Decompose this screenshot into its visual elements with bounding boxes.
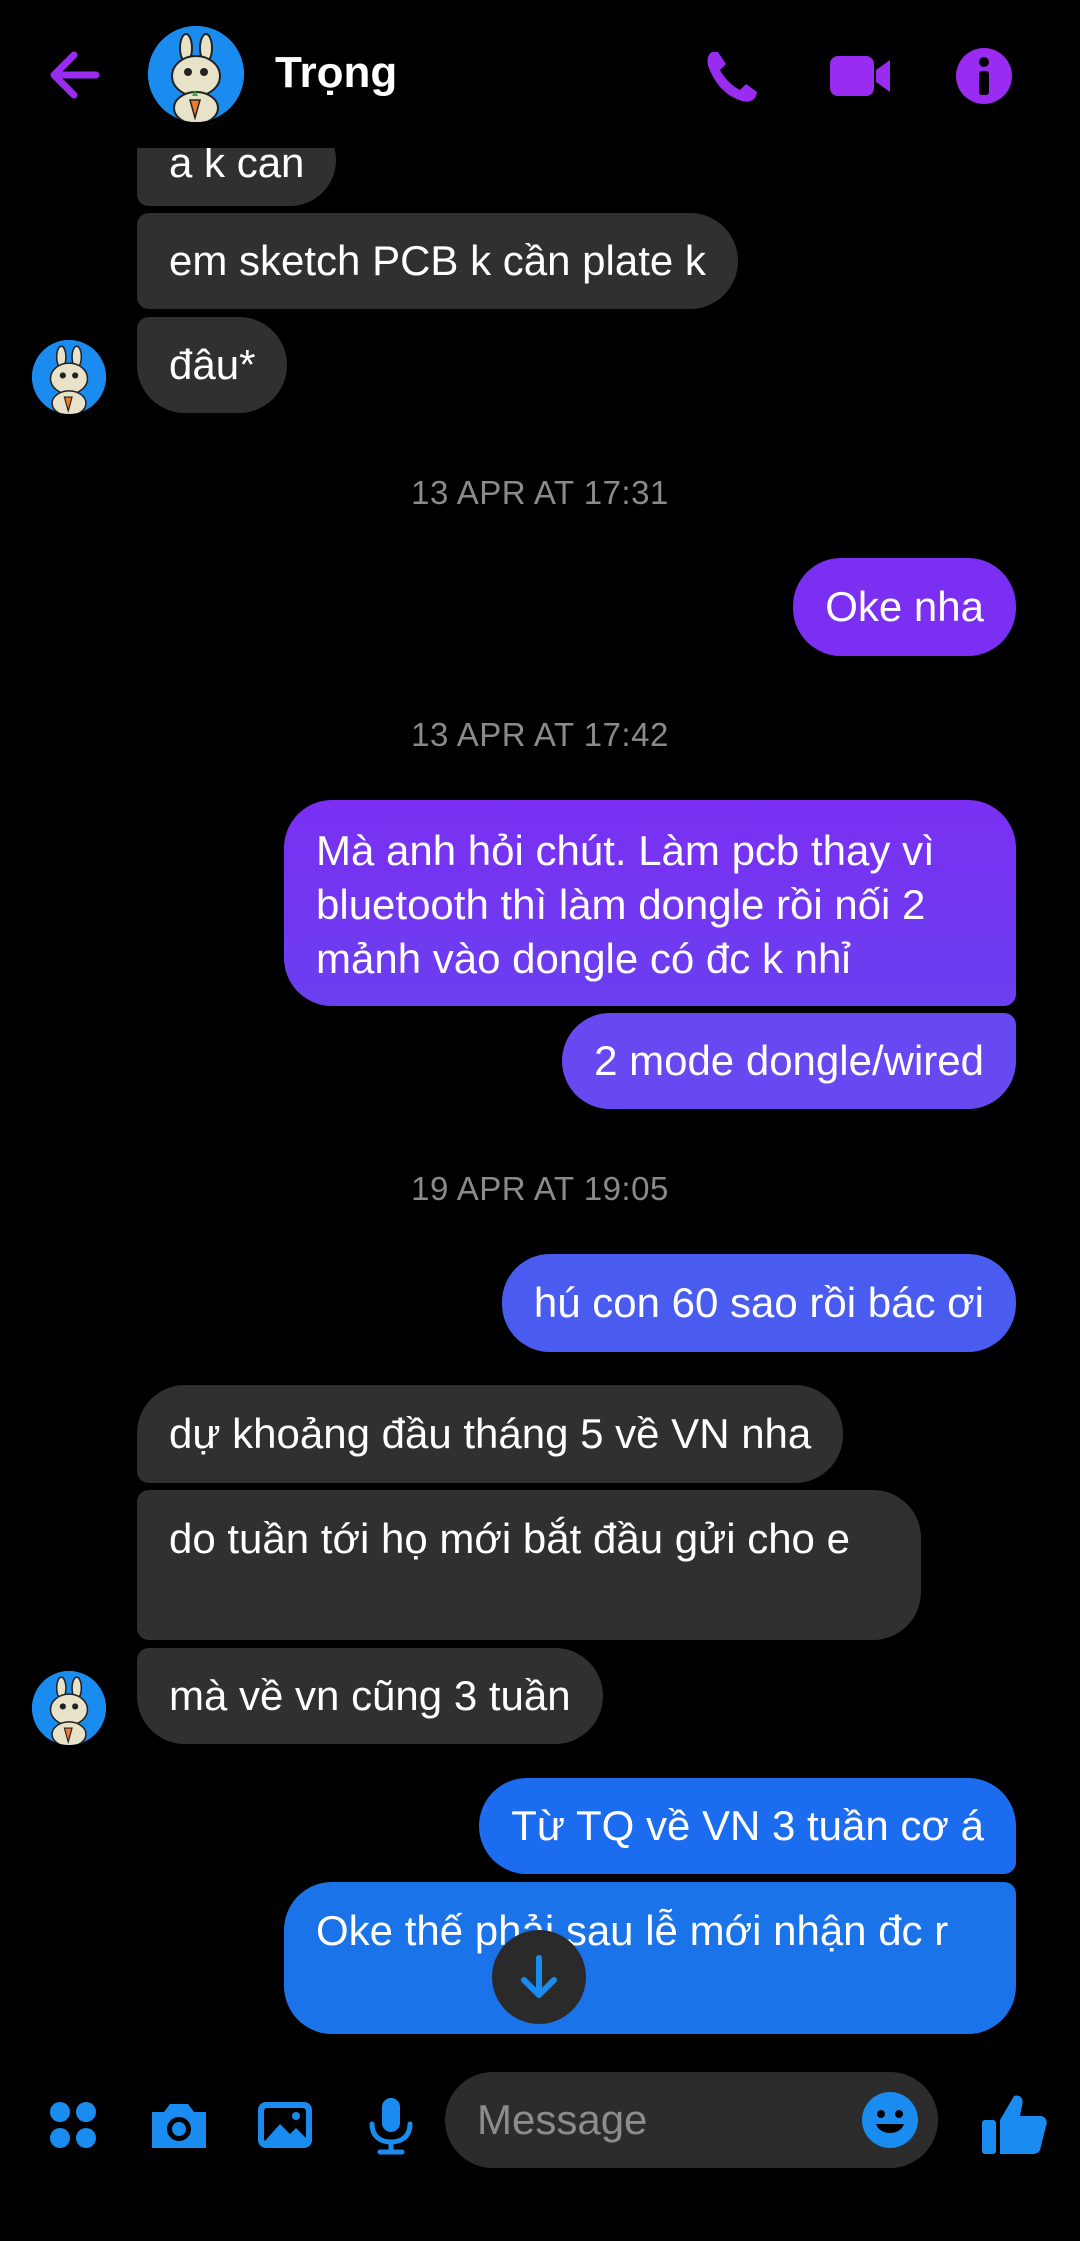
- scroll-to-bottom-button[interactable]: [492, 1930, 586, 2024]
- message-bubble[interactable]: đâu*: [137, 317, 288, 413]
- image-icon[interactable]: [250, 2090, 320, 2160]
- thumbs-up-icon[interactable]: [976, 2086, 1052, 2162]
- message-bubble[interactable]: Từ TQ về VN 3 tuần cơ á: [479, 1778, 1016, 1874]
- message-bubble[interactable]: dự khoảng đầu tháng 5 về VN nha: [137, 1385, 844, 1483]
- back-arrow-icon[interactable]: [40, 40, 110, 110]
- bunny-avatar-icon: [148, 26, 244, 122]
- apps-icon[interactable]: [38, 2090, 108, 2160]
- bunny-avatar-icon: [32, 1671, 106, 1745]
- contact-avatar[interactable]: [148, 26, 244, 122]
- camera-icon[interactable]: [144, 2090, 214, 2160]
- message-input[interactable]: Message: [445, 2072, 938, 2168]
- arrow-down-icon: [521, 1955, 557, 1998]
- message-bubble[interactable]: em sketch PCB k cần plate k: [137, 213, 738, 309]
- info-icon[interactable]: [948, 40, 1020, 112]
- message-bubble[interactable]: mà về vn cũng 3 tuần: [137, 1648, 603, 1744]
- bunny-avatar-icon: [32, 340, 106, 414]
- message-bubble[interactable]: 2 mode dongle/wired: [562, 1013, 1016, 1109]
- message-bubble[interactable]: Mà anh hỏi chút. Làm pcb thay vì bluetoo…: [284, 800, 1016, 1006]
- message-bubble[interactable]: Oke nha: [793, 558, 1016, 656]
- message-bubble[interactable]: do tuần tới họ mới bắt đầu gửi cho e: [137, 1490, 921, 1640]
- contact-name[interactable]: Trọng: [275, 48, 397, 98]
- message-bubble[interactable]: Oke thế phải sau lễ mới nhận đc r: [284, 1882, 1016, 2034]
- video-icon[interactable]: [824, 40, 896, 112]
- contact-avatar-small[interactable]: [32, 1671, 106, 1745]
- message-placeholder: Message: [477, 2096, 648, 2143]
- emoji-icon[interactable]: [858, 2088, 922, 2152]
- timestamp: 19 APR AT 19:05: [411, 1170, 669, 1207]
- timestamp: 13 APR AT 17:42: [411, 716, 669, 753]
- microphone-icon[interactable]: [356, 2090, 426, 2160]
- contact-avatar-small[interactable]: [32, 340, 106, 414]
- chat-header: Trọng: [0, 0, 1080, 148]
- message-bubble[interactable]: hú con 60 sao rồi bác ơi: [501, 1254, 1016, 1352]
- phone-icon[interactable]: [696, 40, 768, 112]
- timestamp: 13 APR AT 17:31: [411, 474, 669, 511]
